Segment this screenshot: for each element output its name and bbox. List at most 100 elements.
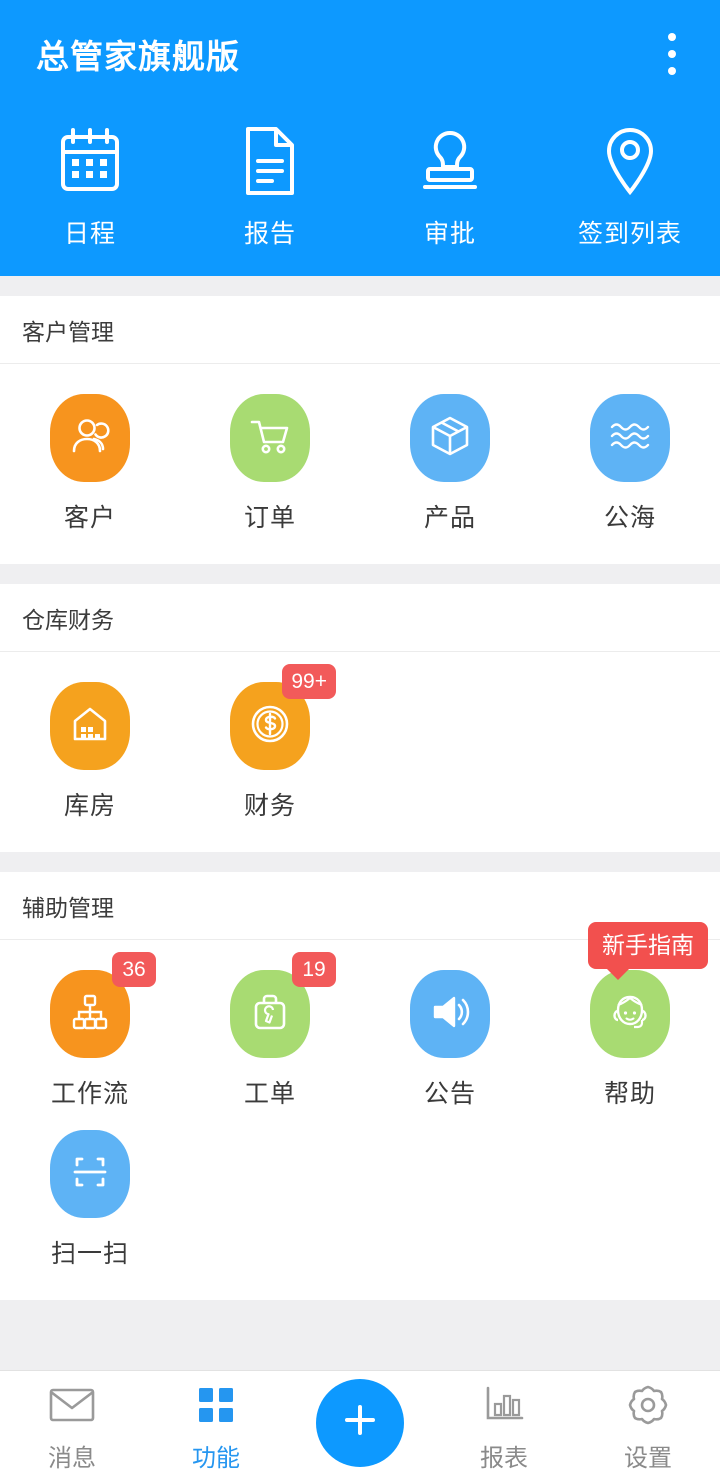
users-icon	[67, 413, 113, 464]
section-customer-management: 客户管理 客户	[0, 296, 720, 564]
tile-background	[50, 682, 130, 770]
toolbox-icon	[247, 989, 293, 1040]
section-grid: 库房 99+ 财务	[0, 652, 720, 852]
app-header: 总管家旗舰版 日程	[0, 0, 720, 276]
grid-item-label: 订单	[244, 498, 296, 534]
tile-background	[50, 394, 130, 482]
megaphone-icon	[427, 989, 473, 1040]
tile-background	[50, 1130, 130, 1218]
app-root: 晚上11:46 HD 100 总管家旗舰版	[0, 0, 720, 1478]
section-grid: 36 工作流 19	[0, 940, 720, 1300]
page-title: 总管家旗舰版	[36, 30, 240, 78]
envelope-icon	[48, 1382, 96, 1428]
tile-wrap	[230, 394, 310, 482]
tab-label: 功能	[192, 1438, 240, 1473]
status-badge: 19	[292, 952, 336, 987]
grid-item-label: 财务	[244, 786, 296, 822]
section-grid: 客户 订单	[0, 364, 720, 564]
status-badge: 36	[112, 952, 156, 987]
tab-settings[interactable]: 设置	[576, 1376, 720, 1473]
tab-messages[interactable]: 消息	[0, 1376, 144, 1473]
scan-icon	[67, 1149, 113, 1200]
grid-item-public-sea[interactable]: 公海	[540, 382, 720, 542]
tile-background	[590, 394, 670, 482]
section-gap	[0, 276, 720, 296]
tile-wrap: 新手指南	[590, 970, 670, 1058]
warehouse-icon	[67, 701, 113, 752]
section-gap	[0, 564, 720, 584]
grid-item-announcement[interactable]: 公告	[360, 958, 540, 1118]
kebab-menu-icon[interactable]	[658, 25, 686, 83]
section-warehouse-finance: 仓库财务	[0, 584, 720, 852]
section-gap	[0, 852, 720, 872]
section-gap	[0, 1300, 720, 1320]
tab-label: 报表	[480, 1438, 528, 1473]
bottom-navigation: 消息 功能	[0, 1370, 720, 1478]
support-agent-icon	[607, 989, 653, 1040]
grid-item-label: 扫一扫	[51, 1234, 129, 1270]
workflow-icon	[67, 989, 113, 1040]
grid-icon	[194, 1382, 238, 1428]
grid-item-label: 产品	[424, 498, 476, 534]
grid-item-label: 帮助	[604, 1074, 656, 1110]
grid-item-finance[interactable]: 99+ 财务	[180, 670, 360, 830]
tile-wrap	[50, 394, 130, 482]
grid-item-customer[interactable]: 客户	[0, 382, 180, 542]
grid-item-label: 公海	[604, 498, 656, 534]
location-pin-icon	[593, 124, 667, 198]
onboarding-tooltip[interactable]: 新手指南	[588, 922, 708, 969]
quick-action-schedule[interactable]: 日程	[0, 124, 180, 250]
tile-wrap: 36	[50, 970, 130, 1058]
quick-action-report[interactable]: 报告	[180, 124, 360, 250]
grid-item-label: 库房	[64, 786, 116, 822]
box-icon	[427, 413, 473, 464]
grid-item-product[interactable]: 产品	[360, 382, 540, 542]
tile-background	[590, 970, 670, 1058]
tile-wrap	[410, 394, 490, 482]
grid-item-label: 客户	[64, 498, 116, 534]
grid-item-work-order[interactable]: 19 工单	[180, 958, 360, 1118]
stamp-icon	[413, 124, 487, 198]
page-scroll-area[interactable]: 总管家旗舰版 日程	[0, 0, 720, 1370]
tile-wrap: 99+	[230, 682, 310, 770]
section-title: 仓库财务	[0, 584, 720, 652]
grid-item-label: 公告	[424, 1074, 476, 1110]
add-button[interactable]	[316, 1379, 404, 1467]
grid-item-warehouse[interactable]: 库房	[0, 670, 180, 830]
tile-background	[410, 394, 490, 482]
plus-icon	[338, 1398, 382, 1447]
grid-item-scan[interactable]: 扫一扫	[0, 1118, 180, 1278]
cart-icon	[247, 413, 293, 464]
grid-item-workflow[interactable]: 36 工作流	[0, 958, 180, 1118]
header-titlebar: 总管家旗舰版	[0, 0, 720, 108]
quick-action-label: 审批	[424, 214, 476, 250]
grid-item-label: 工作流	[51, 1074, 129, 1110]
grid-item-label: 工单	[244, 1074, 296, 1110]
quick-action-checkin-list[interactable]: 签到列表	[540, 124, 720, 250]
tab-functions[interactable]: 功能	[144, 1376, 288, 1473]
quick-action-label: 签到列表	[578, 214, 682, 250]
quick-action-label: 日程	[64, 214, 116, 250]
tab-label: 消息	[48, 1438, 96, 1473]
grid-item-help[interactable]: 新手指南 帮助	[540, 958, 720, 1118]
document-icon	[233, 124, 307, 198]
header-quick-actions: 日程 报告	[0, 108, 720, 250]
section-title: 客户管理	[0, 296, 720, 364]
status-badge: 99+	[282, 664, 336, 699]
calendar-icon	[53, 124, 127, 198]
fab-slot	[288, 1379, 432, 1471]
tile-background	[410, 970, 490, 1058]
quick-action-approval[interactable]: 审批	[360, 124, 540, 250]
tile-wrap: 19	[230, 970, 310, 1058]
section-auxiliary-management: 辅助管理	[0, 872, 720, 1300]
tab-reports[interactable]: 报表	[432, 1376, 576, 1473]
coin-icon	[247, 701, 293, 752]
tab-label: 设置	[624, 1438, 672, 1473]
quick-action-label: 报告	[244, 214, 296, 250]
bar-chart-icon	[482, 1382, 526, 1428]
gear-icon	[626, 1382, 670, 1428]
tile-wrap	[50, 1130, 130, 1218]
tile-wrap	[590, 394, 670, 482]
tile-wrap	[410, 970, 490, 1058]
grid-item-order[interactable]: 订单	[180, 382, 360, 542]
